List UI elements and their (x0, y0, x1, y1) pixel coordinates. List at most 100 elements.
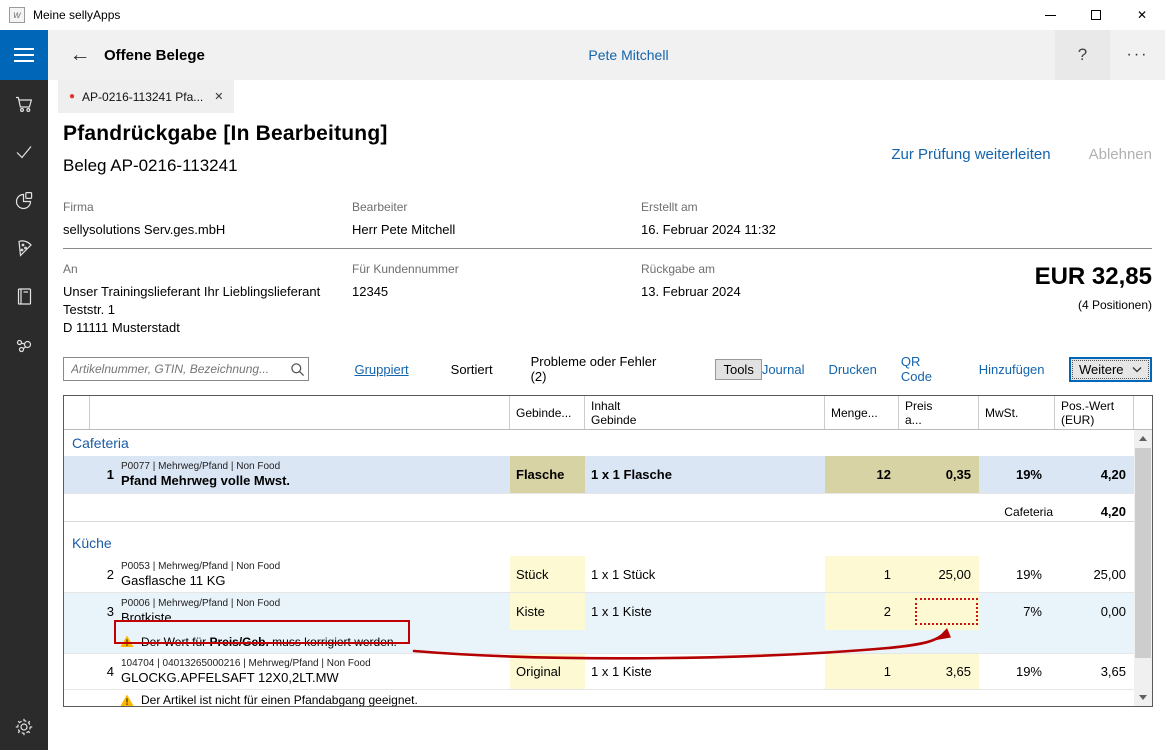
hinzufuegen-link[interactable]: Hinzufügen (979, 362, 1045, 377)
pizza-slice-icon (13, 237, 35, 259)
back-arrow-icon: ← (70, 43, 91, 66)
col-header-article (90, 396, 510, 429)
row-number: 4 (90, 664, 114, 679)
cell-menge[interactable]: 1 (825, 556, 899, 592)
col-header-inhalt-gebinde[interactable]: Inhalt Gebinde (585, 396, 825, 429)
invalid-price-cell-outline[interactable] (915, 598, 978, 625)
cell-menge[interactable]: 12 (825, 456, 899, 493)
article-name: Brotkiste (121, 610, 280, 626)
scroll-up-icon (1139, 436, 1147, 441)
weitere-dropdown-button[interactable]: Weitere (1069, 357, 1152, 382)
app-window: w Meine sellyApps ✕ (0, 0, 1165, 750)
cell-preis-invalid[interactable] (899, 593, 979, 630)
warning-icon (120, 694, 134, 707)
sidebar-item-tasks[interactable] (0, 128, 48, 176)
scroll-down-button[interactable] (1134, 689, 1152, 706)
sidebar-item-food[interactable] (0, 224, 48, 272)
sidebar (0, 30, 48, 750)
help-button[interactable]: ? (1055, 30, 1110, 80)
error-text-prefix: Der Wert für (141, 635, 209, 649)
table-row[interactable]: 4 104704 | 04013265000216 | Mehrweg/Pfan… (64, 654, 1136, 690)
group-total-row: Cafeteria 4,20 (64, 502, 1136, 522)
cell-mwst: 19% (979, 456, 1055, 493)
col-header-mwst[interactable]: MwSt. (979, 396, 1055, 429)
scrollbar-thumb[interactable] (1135, 448, 1151, 658)
user-name-link[interactable]: Pete Mitchell (588, 47, 668, 63)
more-options-button[interactable]: ··· (1110, 30, 1165, 80)
cell-pos-wert: 25,00 (1055, 556, 1134, 592)
field-value-kundennummer: 12345 (352, 283, 641, 301)
error-text-field: Preis/Geb. (209, 635, 268, 649)
forward-for-review-link[interactable]: Zur Prüfung weiterleiten (891, 146, 1050, 163)
hamburger-menu-button[interactable] (0, 30, 48, 80)
cell-gebinde[interactable]: Kiste (510, 593, 585, 630)
maximize-button[interactable] (1073, 0, 1119, 30)
document-actions: Zur Prüfung weiterleiten Ablehnen (891, 146, 1152, 163)
warning-icon (120, 635, 134, 648)
tools-button[interactable]: Tools (715, 359, 761, 380)
cell-menge[interactable]: 2 (825, 593, 899, 630)
col-header-gebinde[interactable]: Gebinde... (510, 396, 585, 429)
sidebar-item-network[interactable] (0, 320, 48, 368)
cell-gebinde[interactable]: Original (510, 654, 585, 689)
share-network-icon (13, 333, 35, 355)
filter-sortiert[interactable]: Sortiert (451, 362, 493, 377)
group-header-kueche[interactable]: Küche (64, 530, 1136, 556)
field-value-erstellt-am: 16. Februar 2024 11:32 (641, 221, 1152, 239)
total-amount: EUR 32,85 (1035, 263, 1152, 291)
cell-pos-wert: 0,00 (1055, 593, 1134, 630)
article-search[interactable] (63, 357, 309, 381)
sidebar-spacer (0, 368, 48, 704)
app-header: ← Offene Belege Pete Mitchell ? ··· (48, 30, 1165, 80)
col-header-menge[interactable]: Menge... (825, 396, 899, 429)
field-label-erstellt-am: Erstellt am (641, 200, 1152, 214)
unsaved-changes-dot-icon: ● (69, 91, 75, 102)
journal-link[interactable]: Journal (762, 362, 805, 377)
cell-preis[interactable]: 0,35 (899, 456, 979, 493)
group-header-cafeteria[interactable]: Cafeteria (64, 430, 1136, 456)
sidebar-item-reports[interactable] (0, 176, 48, 224)
pie-chart-icon (13, 189, 35, 211)
search-input[interactable] (64, 362, 286, 376)
sidebar-item-catalog[interactable] (0, 272, 48, 320)
close-button[interactable]: ✕ (1119, 0, 1165, 30)
cell-inhalt: 1 x 1 Kiste (585, 654, 825, 689)
cell-gebinde[interactable]: Flasche (510, 456, 585, 493)
scroll-down-icon (1139, 695, 1147, 700)
field-value-bearbeiter: Herr Pete Mitchell (352, 221, 641, 239)
col-header-preis[interactable]: Preis a... (899, 396, 979, 429)
gear-icon (13, 716, 35, 738)
cell-inhalt: 1 x 1 Kiste (585, 593, 825, 630)
scroll-up-button[interactable] (1134, 430, 1152, 447)
group-total-label: Cafeteria (979, 505, 1055, 519)
col-header-pos-wert[interactable]: Pos.-Wert (EUR) (1055, 396, 1134, 429)
document-content: Pfandrückgabe [In Bearbeitung] Beleg AP-… (48, 113, 1165, 750)
back-button[interactable]: ← (64, 43, 96, 67)
sidebar-item-cart[interactable] (0, 80, 48, 128)
tab-close-icon[interactable]: ✕ (214, 90, 223, 103)
minimize-button[interactable] (1027, 0, 1073, 30)
cell-gebinde[interactable]: Stück (510, 556, 585, 592)
col-header-empty1 (64, 396, 90, 429)
cell-menge[interactable]: 1 (825, 654, 899, 689)
page-title: Offene Belege (104, 47, 205, 64)
qr-code-link[interactable]: QR Code (901, 354, 955, 384)
drucken-link[interactable]: Drucken (828, 362, 876, 377)
sidebar-item-settings[interactable] (0, 704, 48, 750)
table-row[interactable]: 2 P0053 | Mehrweg/Pfand | Non Food Gasfl… (64, 556, 1136, 593)
vertical-scrollbar[interactable] (1134, 430, 1152, 706)
table-row[interactable]: 3 P0006 | Mehrweg/Pfand | Non Food Brotk… (64, 593, 1136, 630)
document-tab[interactable]: ● AP-0216-113241 Pfa... ✕ (58, 80, 234, 113)
cell-preis[interactable]: 25,00 (899, 556, 979, 592)
minimize-icon (1045, 15, 1056, 16)
table-row[interactable]: 1 P0077 | Mehrweg/Pfand | Non Food Pfand… (64, 456, 1136, 494)
chevron-down-icon (1132, 366, 1142, 373)
filter-probleme-oder-fehler[interactable]: Probleme oder Fehler (2) (531, 354, 676, 384)
reject-link: Ablehnen (1089, 146, 1152, 163)
cell-preis[interactable]: 3,65 (899, 654, 979, 689)
tab-bar: ● AP-0216-113241 Pfa... ✕ (48, 80, 1165, 113)
shopping-cart-icon (13, 93, 35, 115)
filter-gruppiert[interactable]: Gruppiert (354, 362, 408, 377)
close-icon: ✕ (1137, 8, 1147, 22)
article-meta: P0053 | Mehrweg/Pfand | Non Food (121, 560, 280, 573)
